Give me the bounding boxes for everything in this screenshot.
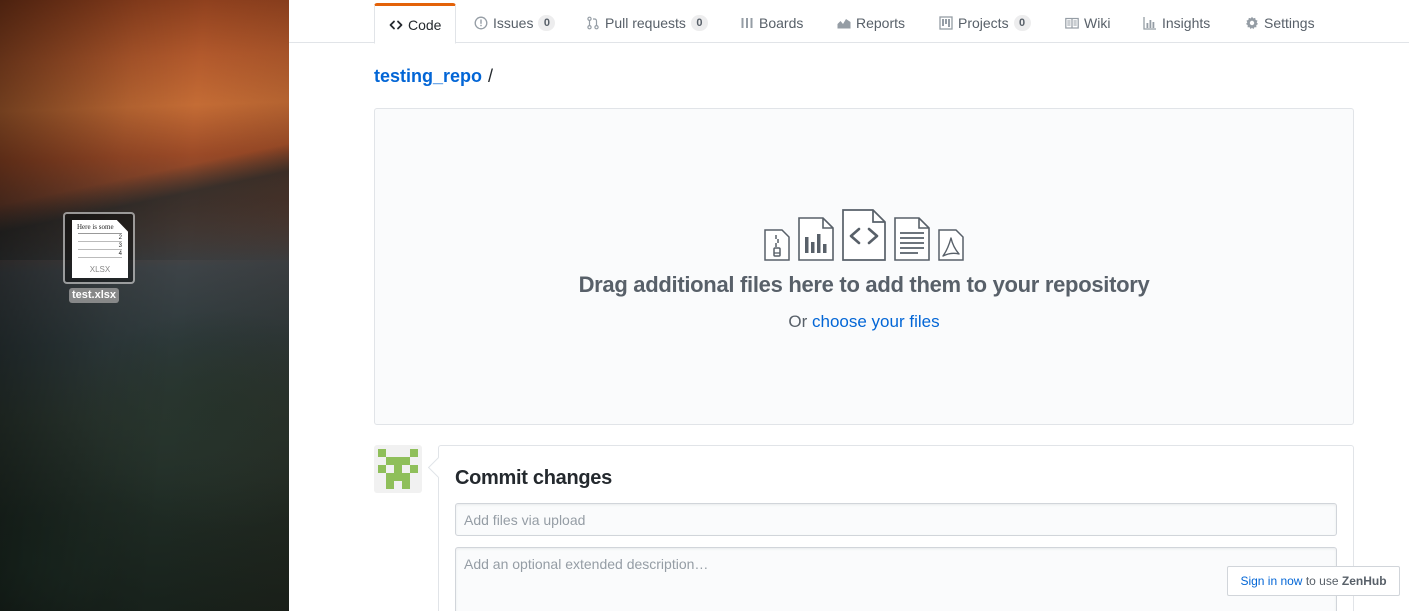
tab-issues[interactable]: Issues 0 [460,3,569,43]
tab-code[interactable]: Code [374,3,457,44]
file-drop-zone[interactable]: Drag additional files here to add them t… [374,108,1354,425]
choose-files-link[interactable]: choose your files [812,312,940,331]
tab-label: Wiki [1084,15,1111,31]
thumbnail-row: 2 [78,234,122,242]
issue-icon [474,16,488,30]
thumbnail-row: 4 [78,250,122,258]
tab-reports[interactable]: Reports [823,3,919,43]
thumbnail-grid: 2 3 4 [78,233,122,259]
or-text: Or [788,312,808,331]
boards-icon [740,16,754,30]
zenhub-signin-banner: Sign in now to use ZenHub [1227,566,1400,596]
tab-label: Pull requests [605,15,686,31]
tab-label: Projects [958,15,1009,31]
insights-icon [1143,16,1157,30]
code-icon [389,18,403,32]
tab-boards[interactable]: Boards [726,3,817,43]
zenhub-signin-link[interactable]: Sign in now [1240,574,1302,588]
identicon [378,449,418,489]
tab-wiki[interactable]: Wiki [1051,3,1124,43]
commit-summary-input[interactable] [455,503,1337,536]
zenhub-brand: ZenHub [1341,574,1387,588]
tab-label: Settings [1264,15,1315,31]
tab-projects[interactable]: Projects 0 [925,3,1045,43]
project-icon [939,16,953,30]
graph-icon [837,16,851,30]
zenhub-text: to use [1305,574,1339,588]
file-thumbnail: Here is some 2 3 4 XLSX [72,220,128,278]
drag-files-text: Drag additional files here to add them t… [578,272,1150,297]
issues-counter: 0 [538,15,556,31]
commit-description-input[interactable] [455,547,1337,611]
tab-label: Reports [856,15,906,31]
choose-files-line: Or choose your files [375,312,1353,332]
file-code-icon [842,209,886,261]
avatar[interactable] [374,445,422,493]
gear-icon [1245,16,1259,30]
commit-title: Commit changes [455,467,612,489]
commit-form: Commit changes [438,445,1354,611]
file-type-icons [375,209,1353,261]
tab-label: Code [408,16,442,33]
pull-requests-counter: 0 [690,15,708,31]
file-zip-icon [764,229,790,261]
thumbnail-extension: XLSX [89,265,111,274]
tab-label: Boards [759,15,804,31]
thumbnail-text: Here is some [77,223,114,231]
tab-settings[interactable]: Settings [1231,3,1329,43]
github-page: Code Issues 0 Pull requests 0 Boards Rep… [289,0,1409,611]
thumbnail-row: 3 [78,242,122,250]
tab-label: Insights [1162,15,1211,31]
file-chart-icon [798,217,834,261]
desktop-wallpaper: Here is some 2 3 4 XLSX test.xlsx [0,0,289,611]
repo-nav: Code Issues 0 Pull requests 0 Boards Rep… [289,0,1409,44]
xlsx-file-icon[interactable]: Here is some 2 3 4 XLSX [63,212,135,284]
file-pdf-icon [938,229,964,261]
tab-label: Issues [493,15,534,31]
file-name-label[interactable]: test.xlsx [69,288,120,303]
wallpaper-shade [0,0,289,611]
breadcrumb-separator: / [488,66,494,86]
book-icon [1065,16,1079,30]
breadcrumb: testing_repo / [374,66,493,87]
repo-link[interactable]: testing_repo [374,66,482,86]
tab-pull-requests[interactable]: Pull requests 0 [572,3,722,43]
projects-counter: 0 [1013,15,1031,31]
tab-insights[interactable]: Insights [1129,3,1224,43]
file-text-icon [894,217,930,261]
git-pull-request-icon [586,16,600,30]
